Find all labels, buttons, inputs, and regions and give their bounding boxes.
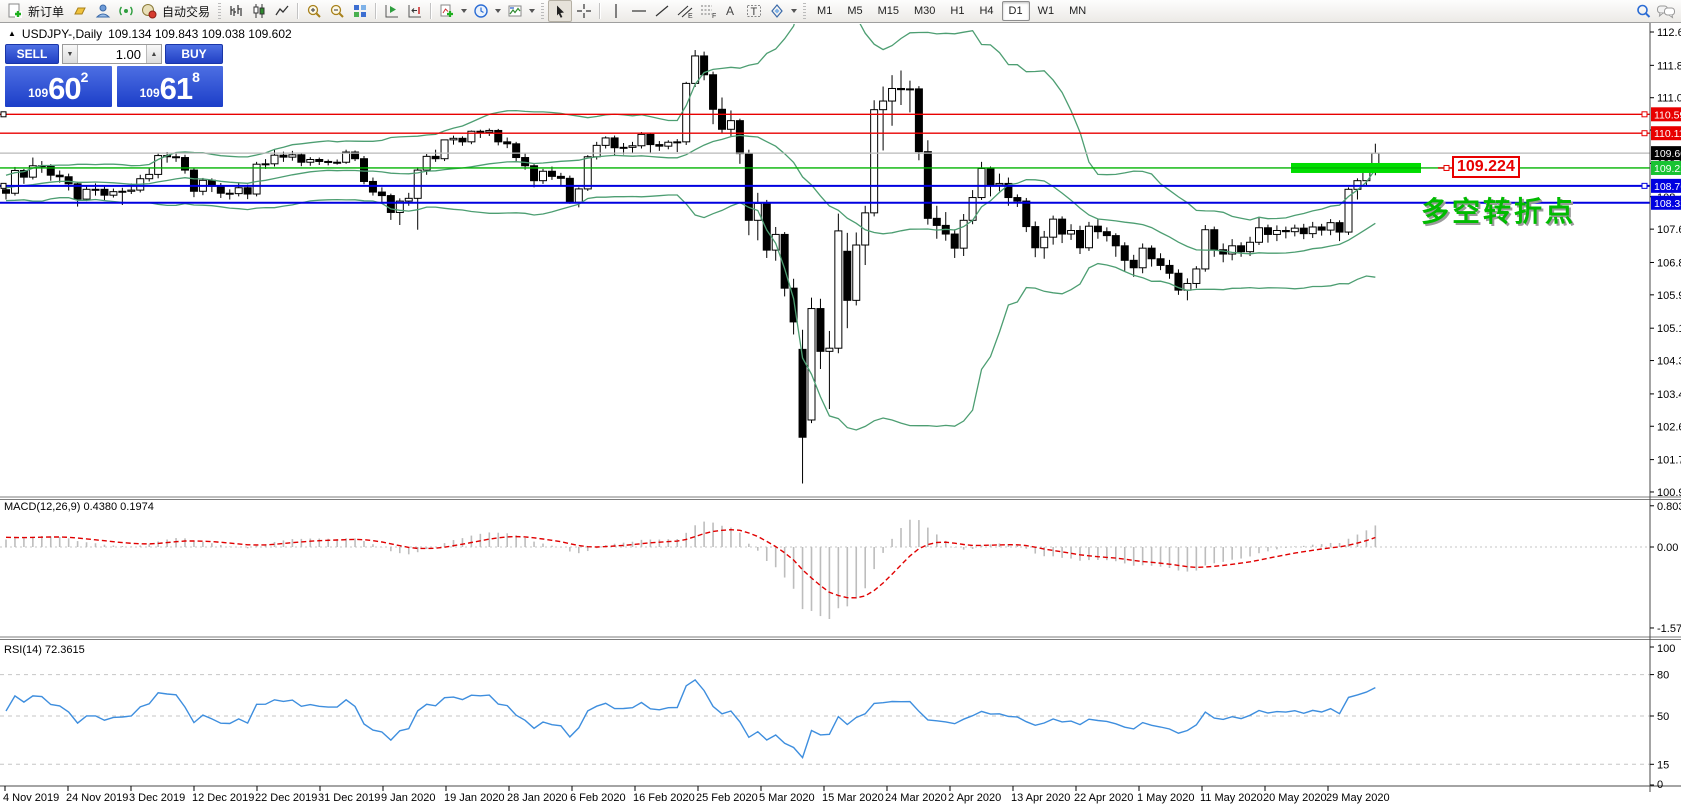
sell-price-sup: 2 [81, 71, 89, 83]
svg-text:19 Jan 2020: 19 Jan 2020 [444, 792, 505, 804]
svg-text:0.00: 0.00 [1657, 542, 1678, 554]
mt4-window: 新订单 自动交易 [0, 0, 1681, 807]
svg-text:105.990: 105.990 [1657, 290, 1681, 302]
volume-decrease-button[interactable]: ▼ [63, 45, 78, 63]
svg-text:29 May 2020: 29 May 2020 [1326, 792, 1390, 804]
svg-text:3 Dec 2019: 3 Dec 2019 [129, 792, 185, 804]
symbol-period-label: USDJPY-,Daily [22, 27, 102, 41]
svg-text:1 May 2020: 1 May 2020 [1137, 792, 1194, 804]
svg-text:103.465: 103.465 [1657, 389, 1681, 401]
svg-text:111.015: 111.015 [1657, 93, 1681, 105]
chart-canvas[interactable]: 112.690111.840111.015110.190109.340108.4… [0, 0, 1681, 807]
buy-price-prefix: 109 [140, 82, 160, 104]
svg-text:2 Apr 2020: 2 Apr 2020 [948, 792, 1001, 804]
svg-text:80: 80 [1657, 670, 1669, 682]
sell-price-main: 60 [48, 74, 80, 104]
svg-text:15: 15 [1657, 759, 1669, 771]
svg-text:105.140: 105.140 [1657, 323, 1681, 335]
svg-text:25 Feb 2020: 25 Feb 2020 [696, 792, 758, 804]
svg-text:24 Mar 2020: 24 Mar 2020 [885, 792, 947, 804]
svg-text:11 May 2020: 11 May 2020 [1200, 792, 1263, 804]
sell-price-display[interactable]: 109602 [5, 66, 112, 107]
svg-text:31 Dec 2019: 31 Dec 2019 [318, 792, 380, 804]
svg-text:109.602: 109.602 [1654, 148, 1681, 160]
volume-input[interactable]: ▼ 1.00 ▲ [62, 44, 162, 64]
svg-text:100: 100 [1657, 643, 1675, 655]
svg-text:12 Dec 2019: 12 Dec 2019 [192, 792, 254, 804]
macd-indicator-label: MACD(12,26,9) 0.4380 0.1974 [4, 501, 154, 513]
svg-text:28 Jan 2020: 28 Jan 2020 [507, 792, 568, 804]
svg-text:16 Feb 2020: 16 Feb 2020 [633, 792, 695, 804]
svg-text:5 Mar 2020: 5 Mar 2020 [759, 792, 815, 804]
svg-text:-1.5784: -1.5784 [1657, 623, 1681, 635]
buy-price-sup: 8 [192, 71, 200, 83]
svg-text:107.665: 107.665 [1657, 224, 1681, 236]
one-click-trading-panel: SELL ▼ 1.00 ▲ BUY 109602 109618 [5, 44, 223, 107]
svg-text:100.965: 100.965 [1657, 487, 1681, 499]
collapse-triangle-icon[interactable]: ▲ [8, 30, 16, 38]
svg-text:6 Feb 2020: 6 Feb 2020 [570, 792, 626, 804]
rsi-indicator-label: RSI(14) 72.3615 [4, 644, 85, 656]
svg-text:112.690: 112.690 [1657, 27, 1681, 39]
buy-price-main: 61 [160, 74, 192, 104]
volume-value[interactable]: 1.00 [78, 45, 146, 63]
svg-text:24 Nov 2019: 24 Nov 2019 [66, 792, 128, 804]
svg-text:109.224: 109.224 [1654, 163, 1681, 175]
svg-text:102.640: 102.640 [1657, 421, 1681, 433]
svg-text:106.815: 106.815 [1657, 257, 1681, 269]
svg-text:108.337: 108.337 [1654, 198, 1681, 210]
svg-text:104.315: 104.315 [1657, 356, 1681, 368]
svg-text:9 Jan 2020: 9 Jan 2020 [381, 792, 435, 804]
ohlc-values: 109.134 109.843 109.038 109.602 [108, 27, 292, 41]
svg-text:22 Dec 2019: 22 Dec 2019 [255, 792, 317, 804]
svg-text:22 Apr 2020: 22 Apr 2020 [1074, 792, 1133, 804]
svg-text:110.110: 110.110 [1654, 128, 1681, 140]
svg-text:111.840: 111.840 [1657, 60, 1681, 72]
svg-text:50: 50 [1657, 711, 1669, 723]
price-level-label-box[interactable]: 109.224 [1452, 156, 1520, 178]
svg-text:110.592: 110.592 [1654, 109, 1681, 121]
svg-text:0: 0 [1657, 779, 1663, 791]
svg-text:13 Apr 2020: 13 Apr 2020 [1011, 792, 1070, 804]
sell-price-prefix: 109 [28, 82, 48, 104]
buy-price-display[interactable]: 109618 [117, 66, 224, 107]
chart-title: ▲ USDJPY-,Daily 109.134 109.843 109.038 … [8, 27, 292, 41]
svg-text:20 May 2020: 20 May 2020 [1263, 792, 1327, 804]
volume-increase-button[interactable]: ▲ [146, 45, 161, 63]
svg-text:15 Mar 2020: 15 Mar 2020 [822, 792, 884, 804]
chinese-annotation-text: 多空转折点 [1421, 190, 1576, 230]
svg-text:0.8034: 0.8034 [1657, 501, 1681, 513]
svg-text:108.768: 108.768 [1654, 181, 1681, 193]
svg-text:101.790: 101.790 [1657, 455, 1681, 467]
svg-text:4 Nov 2019: 4 Nov 2019 [3, 792, 59, 804]
buy-button[interactable]: BUY [165, 44, 223, 64]
sell-button[interactable]: SELL [5, 44, 59, 64]
